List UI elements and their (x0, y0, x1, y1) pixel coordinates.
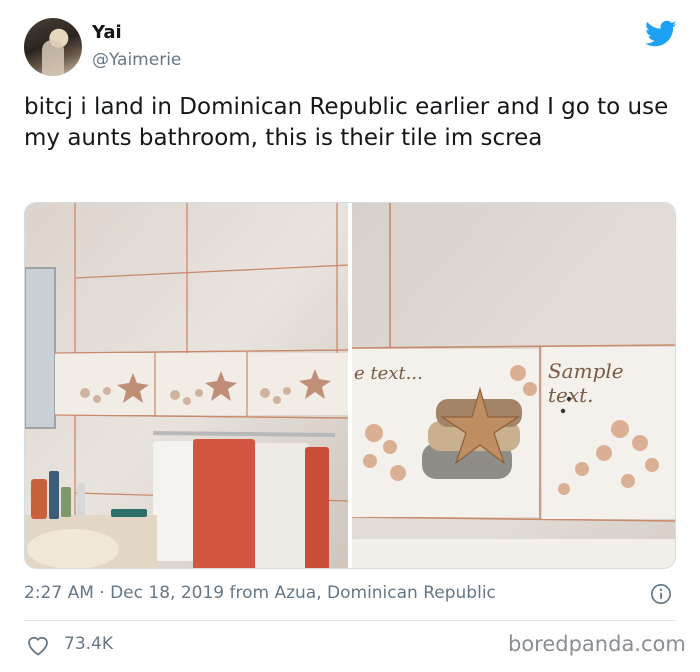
author-name[interactable]: Yai (92, 22, 122, 43)
bathroom-wide-image (25, 203, 348, 568)
avatar[interactable] (24, 18, 82, 76)
tile-text-partial: e text... (353, 363, 423, 384)
divider (24, 620, 676, 621)
author-handle[interactable]: @Yaimerie (92, 50, 181, 70)
tweet-media[interactable]: e text... Sample text. (24, 202, 676, 569)
photo-tile-closeup[interactable]: e text... Sample text. (351, 203, 675, 568)
like-count[interactable]: 73.4K (64, 634, 113, 654)
info-icon[interactable] (650, 583, 672, 605)
watermark: boredpanda.com (508, 632, 686, 656)
photo-bathroom-wide[interactable] (25, 203, 348, 568)
tile-text-main: Sample text. (547, 359, 624, 407)
tweet-timestamp[interactable]: 2:27 AM · Dec 18, 2019 from Azua, Domini… (24, 583, 496, 603)
tweet-text: bitcj i land in Dominican Republic earli… (24, 94, 669, 151)
twitter-bird-icon[interactable] (645, 20, 677, 48)
heart-icon[interactable] (26, 634, 50, 656)
